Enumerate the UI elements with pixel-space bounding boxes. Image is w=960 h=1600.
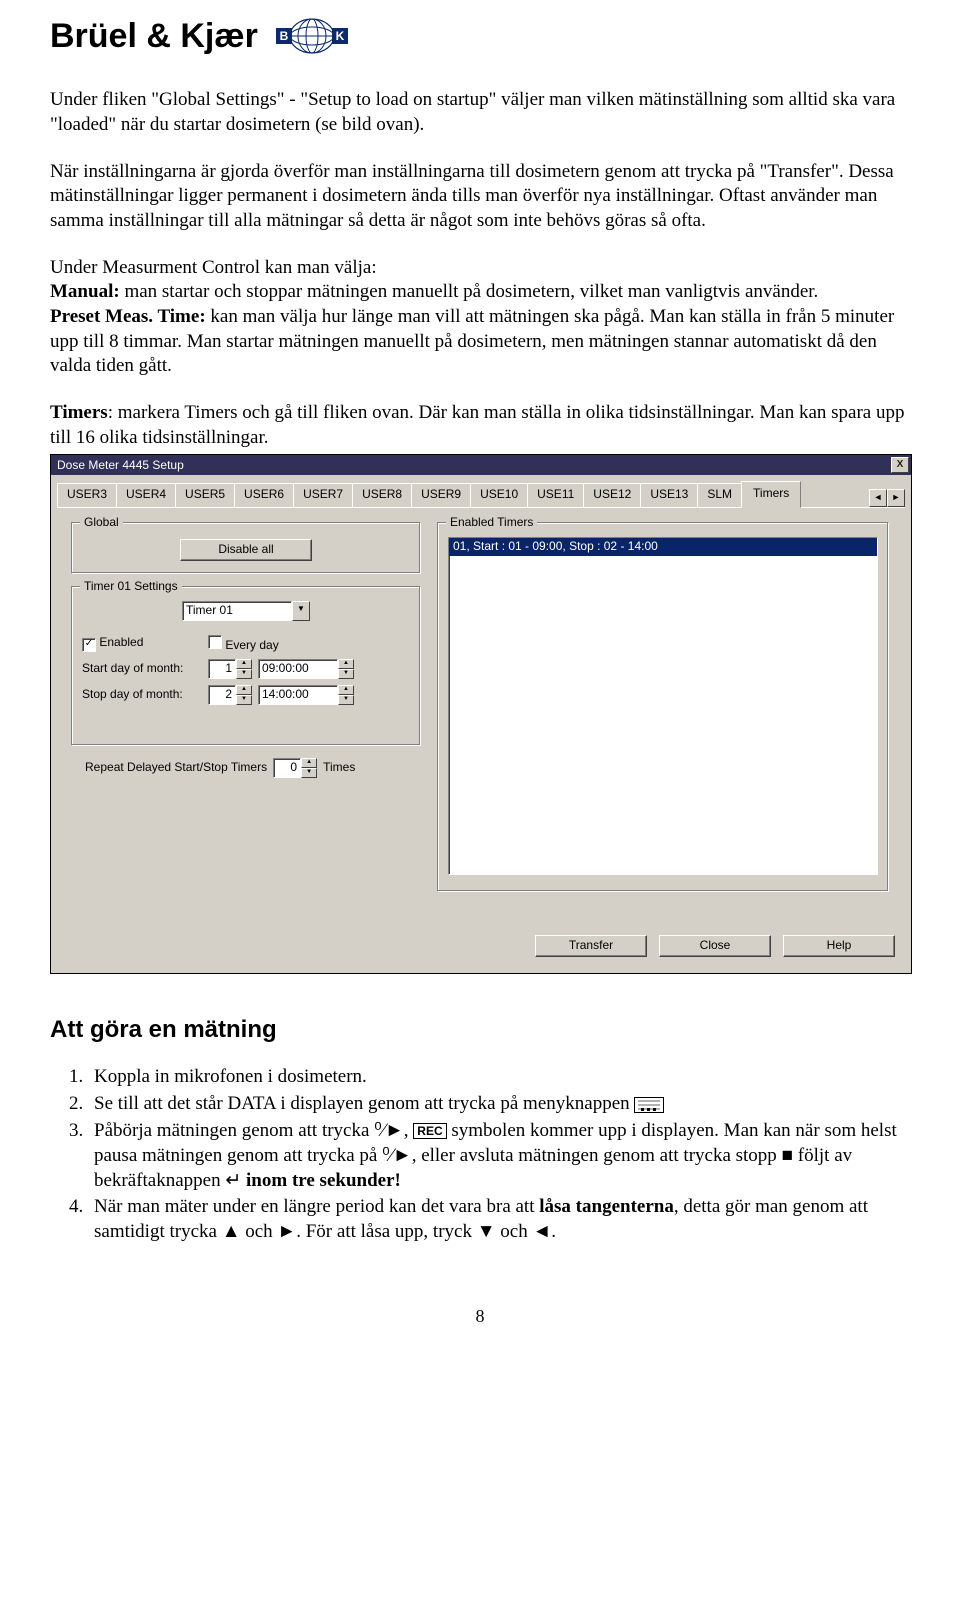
stop-day-input[interactable]: 2 ▲▼ xyxy=(208,685,252,705)
spin-down-icon[interactable]: ▼ xyxy=(338,669,354,679)
paragraph-3: Under Measurment Control kan man välja: … xyxy=(50,256,910,379)
help-button[interactable]: Help xyxy=(783,935,895,957)
tab-user6[interactable]: USER6 xyxy=(234,483,294,507)
tab-slm[interactable]: SLM xyxy=(697,483,742,507)
spin-up-icon[interactable]: ▲ xyxy=(338,659,354,669)
tab-panel: Global Disable all Timer 01 Settings Tim… xyxy=(57,507,905,967)
stop-icon: ■ xyxy=(782,1144,793,1169)
group-timer-settings: Timer 01 Settings Timer 01 ▼ ✓ Enabled E… xyxy=(71,586,421,746)
close-icon[interactable]: X xyxy=(891,457,909,473)
dialog-titlebar[interactable]: Dose Meter 4445 Setup X xyxy=(51,455,911,475)
paragraph-4: Timers: markera Timers och gå till flike… xyxy=(50,401,910,450)
start-day-input[interactable]: 1 ▲▼ xyxy=(208,659,252,679)
menu-button-icon xyxy=(634,1097,664,1113)
disable-all-button[interactable]: Disable all xyxy=(180,539,312,561)
repeat-input[interactable]: 0 ▲▼ xyxy=(273,758,317,778)
steps-list: Koppla in mikrofonen i dosimetern. Se ti… xyxy=(50,1065,910,1244)
play-pause-icon: ⁰⁄► xyxy=(382,1144,412,1169)
repeat-label: Repeat Delayed Start/Stop Timers xyxy=(85,760,267,776)
tab-user7[interactable]: USER7 xyxy=(293,483,353,507)
repeat-row: Repeat Delayed Start/Stop Timers 0 ▲▼ Ti… xyxy=(85,758,355,778)
start-day-label: Start day of month: xyxy=(82,661,202,677)
play-pause-icon: ⁰⁄► xyxy=(374,1119,404,1144)
repeat-suffix: Times xyxy=(323,760,355,776)
group-enabled-timers: Enabled Timers 01, Start : 01 - 09:00, S… xyxy=(437,522,889,892)
tab-nav-left-icon[interactable]: ◄ xyxy=(869,489,887,507)
step-4: När man mäter under en längre period kan… xyxy=(88,1195,910,1244)
tab-user8[interactable]: USER8 xyxy=(352,483,412,507)
svg-text:K: K xyxy=(335,29,344,43)
spin-up-icon[interactable]: ▲ xyxy=(338,685,354,695)
section-title-measurement: Att göra en mätning xyxy=(50,1014,910,1045)
tab-user5[interactable]: USER5 xyxy=(175,483,235,507)
everyday-checkbox[interactable] xyxy=(208,635,222,649)
tab-use10[interactable]: USE10 xyxy=(470,483,528,507)
step-3: Påbörja mätningen genom att trycka ⁰⁄►, … xyxy=(88,1119,910,1194)
spin-down-icon[interactable]: ▼ xyxy=(338,695,354,705)
group-global: Global Disable all xyxy=(71,522,421,574)
brand-logo: Brüel & Kjær B K xyxy=(50,14,910,58)
close-button[interactable]: Close xyxy=(659,935,771,957)
tab-timers[interactable]: Timers xyxy=(741,481,801,508)
spin-down-icon[interactable]: ▼ xyxy=(236,695,252,705)
spin-up-icon[interactable]: ▲ xyxy=(236,659,252,669)
spin-up-icon[interactable]: ▲ xyxy=(236,685,252,695)
everyday-label: Every day xyxy=(225,638,278,652)
enabled-timers-list[interactable]: 01, Start : 01 - 09:00, Stop : 02 - 14:0… xyxy=(448,537,878,875)
group-timer-title: Timer 01 Settings xyxy=(80,579,182,595)
step-2: Se till att det står DATA i displayen ge… xyxy=(88,1092,910,1117)
tab-nav-right-icon[interactable]: ► xyxy=(887,489,905,507)
list-item[interactable]: 01, Start : 01 - 09:00, Stop : 02 - 14:0… xyxy=(449,538,877,556)
spin-up-icon[interactable]: ▲ xyxy=(301,758,317,768)
spin-down-icon[interactable]: ▼ xyxy=(236,669,252,679)
tab-use13[interactable]: USE13 xyxy=(640,483,698,507)
tab-use11[interactable]: USE11 xyxy=(527,483,584,507)
stop-time-input[interactable]: 14:00:00 ▲▼ xyxy=(258,685,354,705)
tab-user4[interactable]: USER4 xyxy=(116,483,176,507)
dialog-title-text: Dose Meter 4445 Setup xyxy=(57,458,184,474)
group-global-title: Global xyxy=(80,515,123,531)
step-1: Koppla in mikrofonen i dosimetern. xyxy=(88,1065,910,1090)
enabled-label: Enabled xyxy=(99,635,143,649)
svg-text:B: B xyxy=(279,29,288,43)
timer-select[interactable]: Timer 01 ▼ xyxy=(182,601,310,621)
page-number: 8 xyxy=(50,1305,910,1328)
tab-user3[interactable]: USER3 xyxy=(57,483,117,507)
brand-text: Brüel & Kjær xyxy=(50,14,258,58)
paragraph-2: När inställningarna är gjorda överför ma… xyxy=(50,160,910,234)
enabled-checkbox[interactable]: ✓ xyxy=(82,638,96,652)
tab-use12[interactable]: USE12 xyxy=(583,483,641,507)
rec-icon: REC xyxy=(413,1123,446,1139)
tab-strip: USER3 USER4 USER5 USER6 USER7 USER8 USER… xyxy=(51,475,911,507)
start-time-input[interactable]: 09:00:00 ▲▼ xyxy=(258,659,354,679)
tab-user9[interactable]: USER9 xyxy=(411,483,471,507)
brand-globe-icon: B K xyxy=(272,17,352,55)
transfer-button[interactable]: Transfer xyxy=(535,935,647,957)
paragraph-1: Under fliken "Global Settings" - "Setup … xyxy=(50,88,910,137)
setup-dialog: Dose Meter 4445 Setup X USER3 USER4 USER… xyxy=(50,454,912,974)
group-enabled-title: Enabled Timers xyxy=(446,515,537,531)
chevron-down-icon[interactable]: ▼ xyxy=(292,601,310,621)
stop-day-label: Stop day of month: xyxy=(82,687,202,703)
spin-down-icon[interactable]: ▼ xyxy=(301,768,317,778)
